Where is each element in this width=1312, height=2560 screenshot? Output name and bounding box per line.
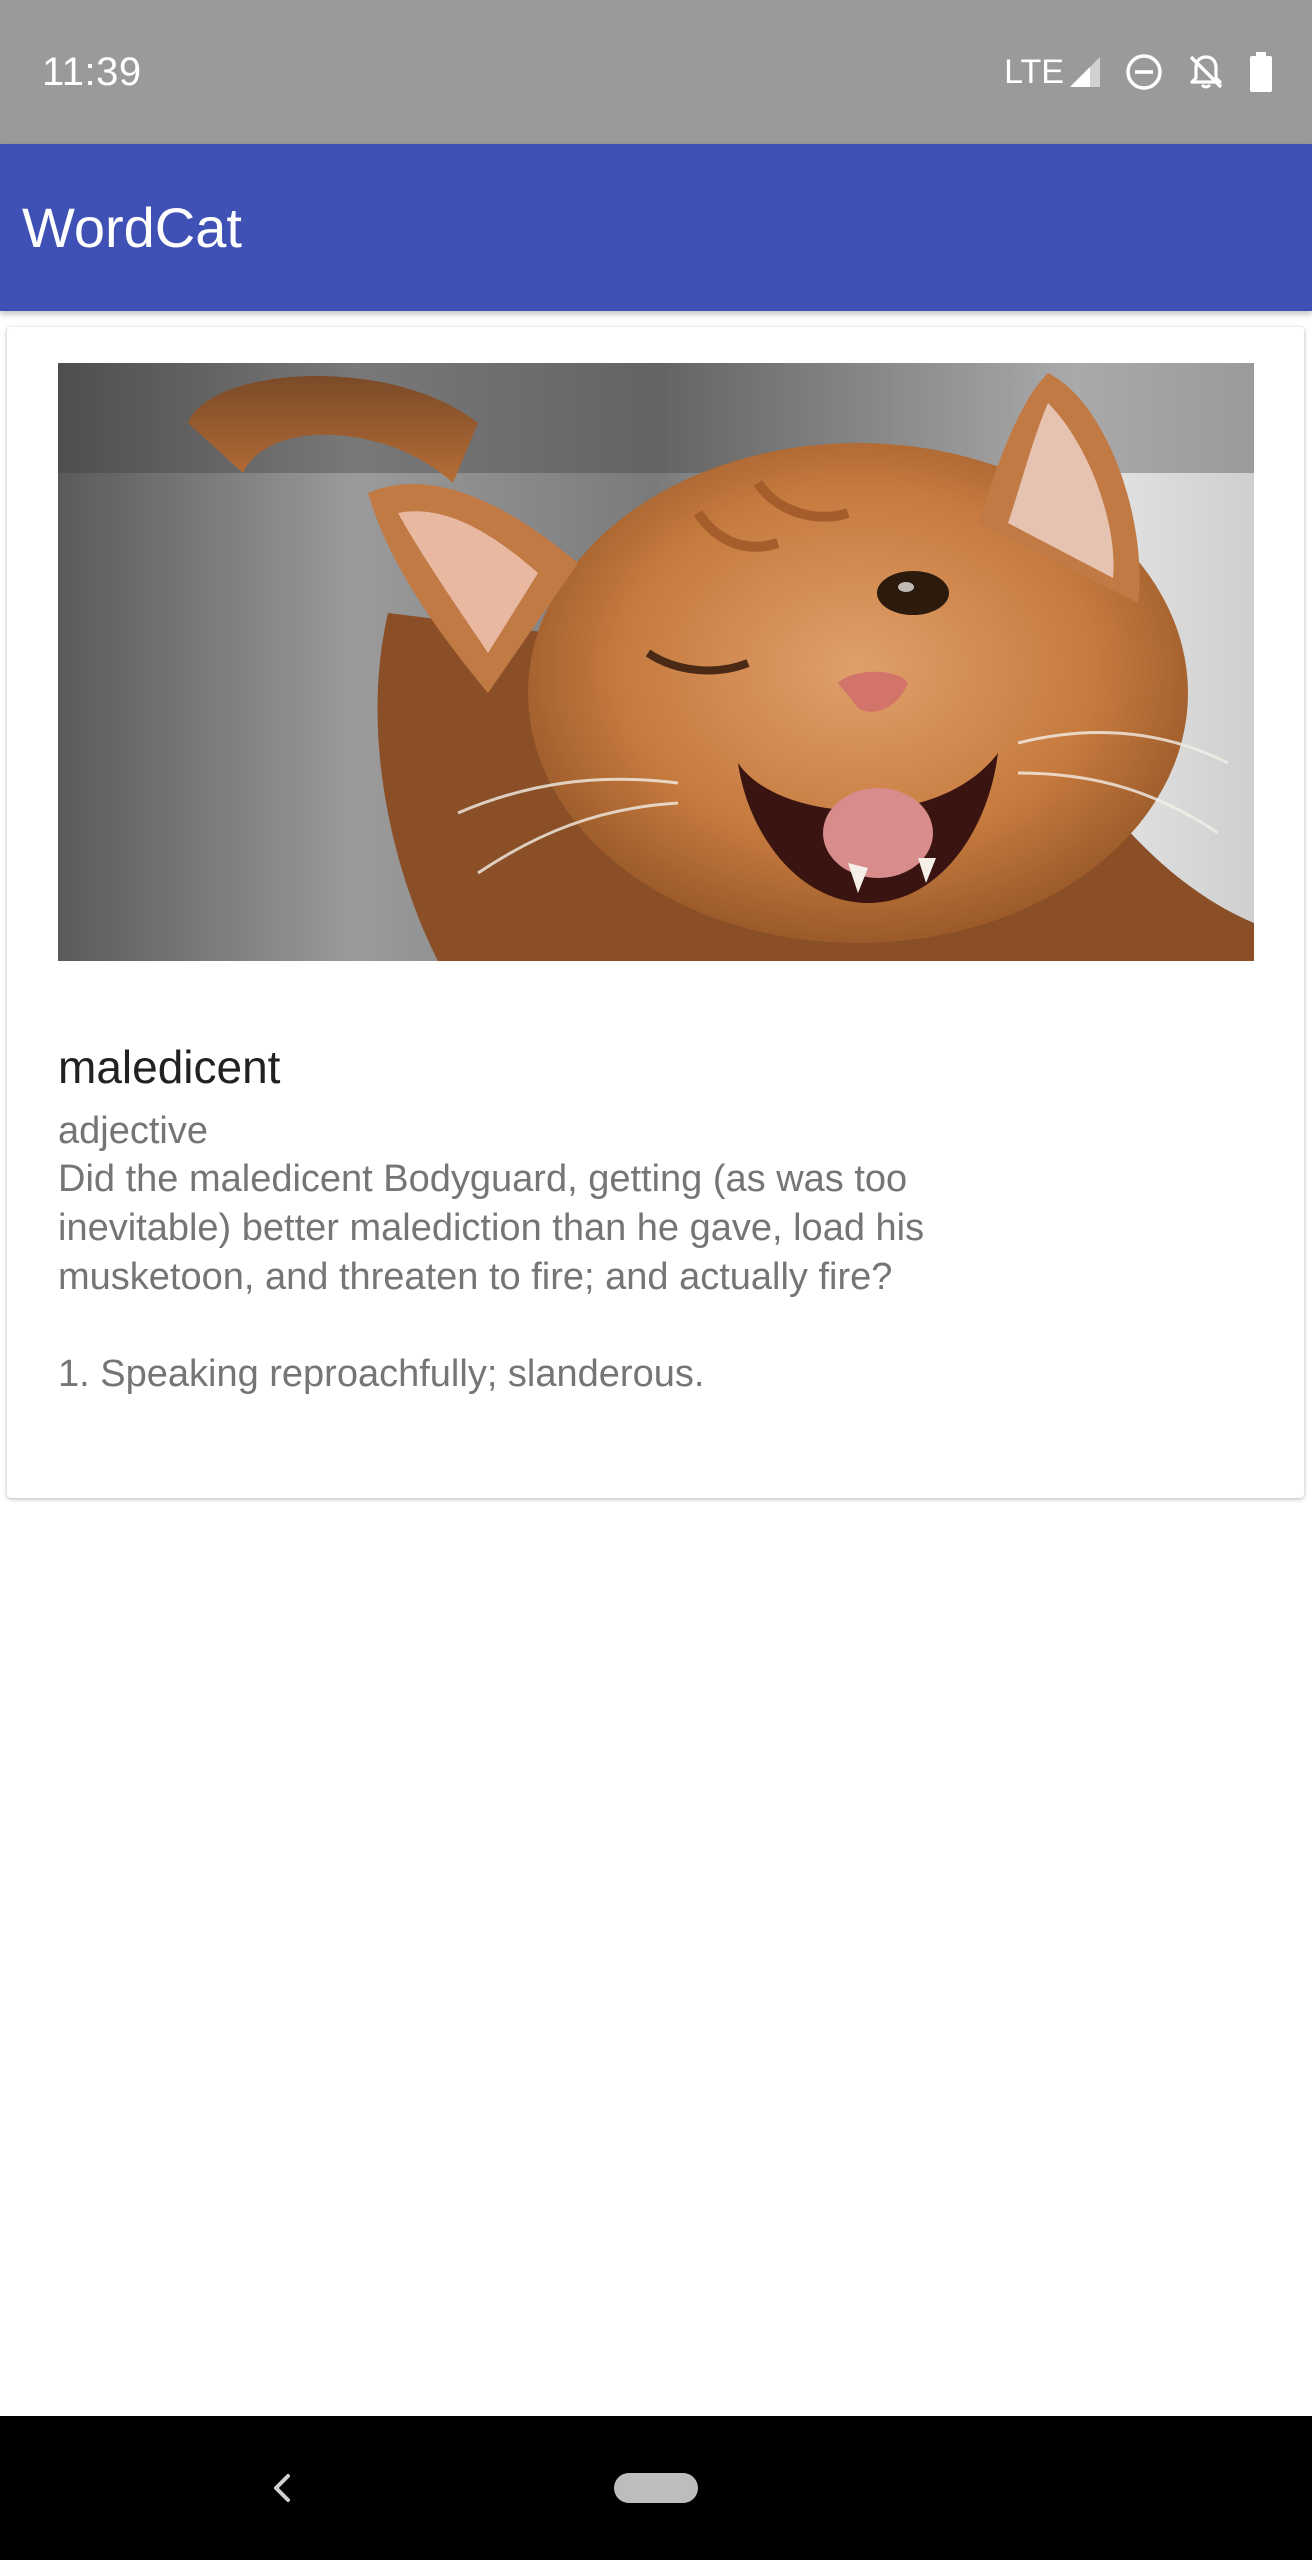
- app-title: WordCat: [22, 196, 242, 259]
- definition: 1. Speaking reproachfully; slanderous.: [58, 1353, 705, 1395]
- do-not-disturb-icon: [1126, 54, 1162, 90]
- navigation-bar: [0, 2416, 1312, 2560]
- cat-image: [58, 363, 1254, 961]
- word-title: maledicent: [58, 1041, 281, 1093]
- status-time: 11:39: [42, 50, 142, 94]
- word-card[interactable]: maledicent adjective Did the maledicent …: [7, 327, 1304, 1498]
- back-chevron-icon[interactable]: [262, 2464, 302, 2512]
- signal-icon: [1070, 57, 1100, 87]
- app-bar: WordCat: [0, 144, 1312, 311]
- lte-label: LTE: [1004, 53, 1064, 91]
- home-pill-icon[interactable]: [614, 2473, 698, 2503]
- status-icons: LTE: [1004, 48, 1274, 96]
- notifications-off-icon: [1189, 55, 1223, 89]
- example-sentence: Did the maledicent Bodyguard, getting (a…: [58, 1158, 925, 1298]
- cat-photo: [58, 363, 1254, 961]
- part-of-speech: adjective: [58, 1110, 208, 1152]
- status-bar: 11:39 LTE: [0, 0, 1312, 144]
- lte-signal-group: LTE: [1004, 48, 1102, 96]
- battery-icon: [1250, 52, 1272, 92]
